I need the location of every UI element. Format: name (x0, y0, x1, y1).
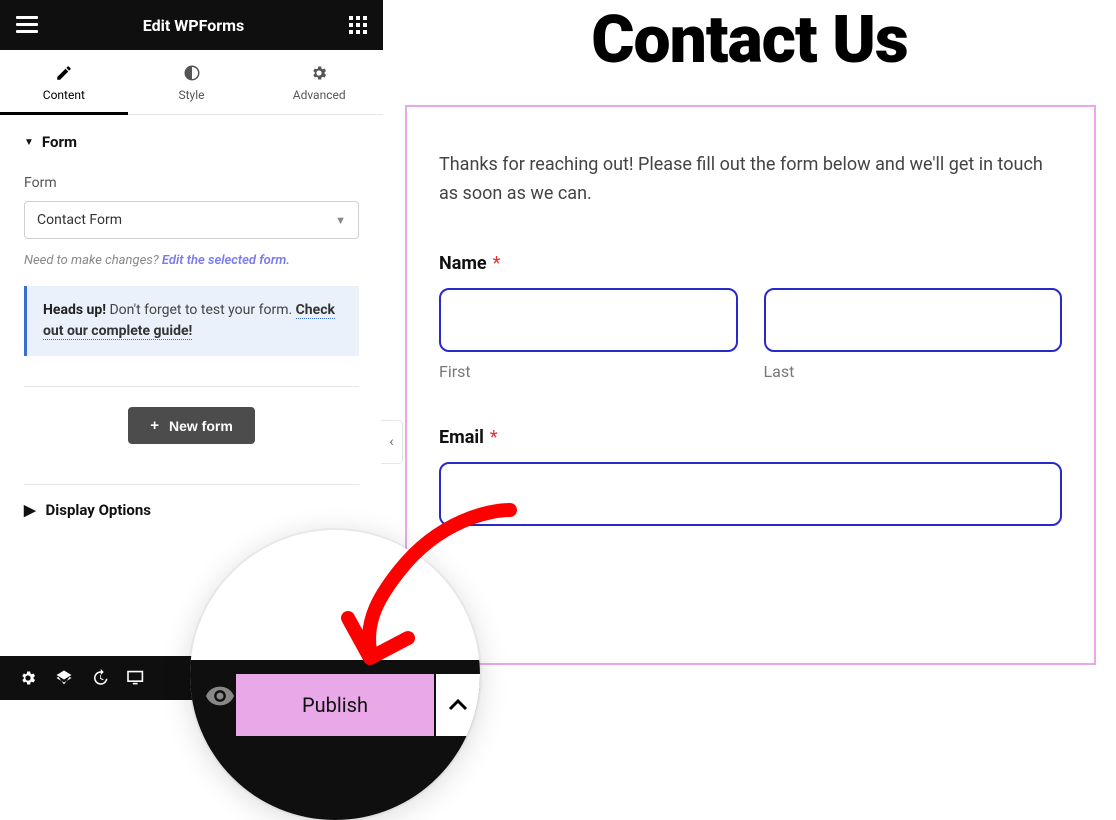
heads-up-callout: Heads up! Don't forget to test your form… (24, 286, 359, 356)
publish-button[interactable]: Publish (236, 674, 434, 736)
form-select-label: Form (24, 175, 359, 191)
form-select-value: Contact Form (37, 212, 122, 228)
apps-grid-icon[interactable] (349, 16, 367, 34)
responsive-mode-icon[interactable] (118, 656, 154, 700)
form-helper-text: Need to make changes? Edit the selected … (24, 253, 359, 268)
last-name-input[interactable] (764, 288, 1063, 352)
form-intro-text: Thanks for reaching out! Please fill out… (439, 151, 1062, 209)
tab-content-label: Content (43, 88, 85, 102)
caret-down-icon: ▼ (24, 137, 34, 148)
tab-style-label: Style (179, 88, 205, 102)
name-field-label: Name * (439, 253, 1062, 274)
section-form-header[interactable]: ▼ Form (24, 133, 359, 151)
menu-hamburger-icon[interactable] (16, 16, 38, 34)
email-input[interactable] (439, 462, 1062, 526)
publish-label: Publish (302, 693, 368, 717)
new-form-button[interactable]: + New form (128, 407, 255, 444)
display-options-title: Display Options (46, 501, 151, 519)
section-display-options-header[interactable]: ▶ Display Options (24, 484, 359, 537)
tab-advanced[interactable]: Advanced (255, 50, 383, 114)
plus-icon: + (150, 417, 159, 434)
history-icon[interactable] (82, 656, 118, 700)
publish-spotlight: Publish (190, 530, 480, 820)
page-heading: Contact Us (403, 2, 1096, 79)
section-form-title: Form (42, 133, 77, 151)
first-name-input[interactable] (439, 288, 738, 352)
settings-gear-icon[interactable] (10, 656, 46, 700)
divider (24, 386, 359, 387)
required-marker: * (493, 253, 501, 274)
wpforms-widget-selected[interactable]: Thanks for reaching out! Please fill out… (405, 105, 1096, 665)
caret-down-icon: ▼ (335, 214, 346, 227)
settings-tabs: Content Style Advanced (0, 50, 383, 115)
navigator-stack-icon[interactable] (46, 656, 82, 700)
tab-advanced-label: Advanced (293, 88, 346, 102)
preview-eye-icon[interactable] (206, 686, 234, 710)
editor-sidebar: Edit WPForms Content Style Advanced ▼ (0, 0, 383, 700)
caret-right-icon: ▶ (24, 501, 36, 519)
publish-options-toggle[interactable] (436, 674, 480, 736)
email-field-label: Email * (439, 427, 1062, 448)
edit-selected-form-link[interactable]: Edit the selected form. (162, 253, 290, 268)
tab-content[interactable]: Content (0, 50, 128, 114)
first-name-sublabel: First (439, 362, 738, 381)
callout-strong: Heads up! (43, 302, 106, 318)
new-form-label: New form (169, 418, 233, 434)
tab-style[interactable]: Style (128, 50, 256, 114)
form-select[interactable]: Contact Form ▼ (24, 201, 359, 239)
collapse-panel-handle[interactable]: ‹ (381, 420, 403, 464)
sidebar-header: Edit WPForms (0, 0, 383, 50)
required-marker: * (490, 427, 498, 448)
sidebar-title: Edit WPForms (143, 16, 244, 35)
page-preview: ‹ Contact Us Thanks for reaching out! Pl… (383, 0, 1116, 700)
last-name-sublabel: Last (764, 362, 1063, 381)
